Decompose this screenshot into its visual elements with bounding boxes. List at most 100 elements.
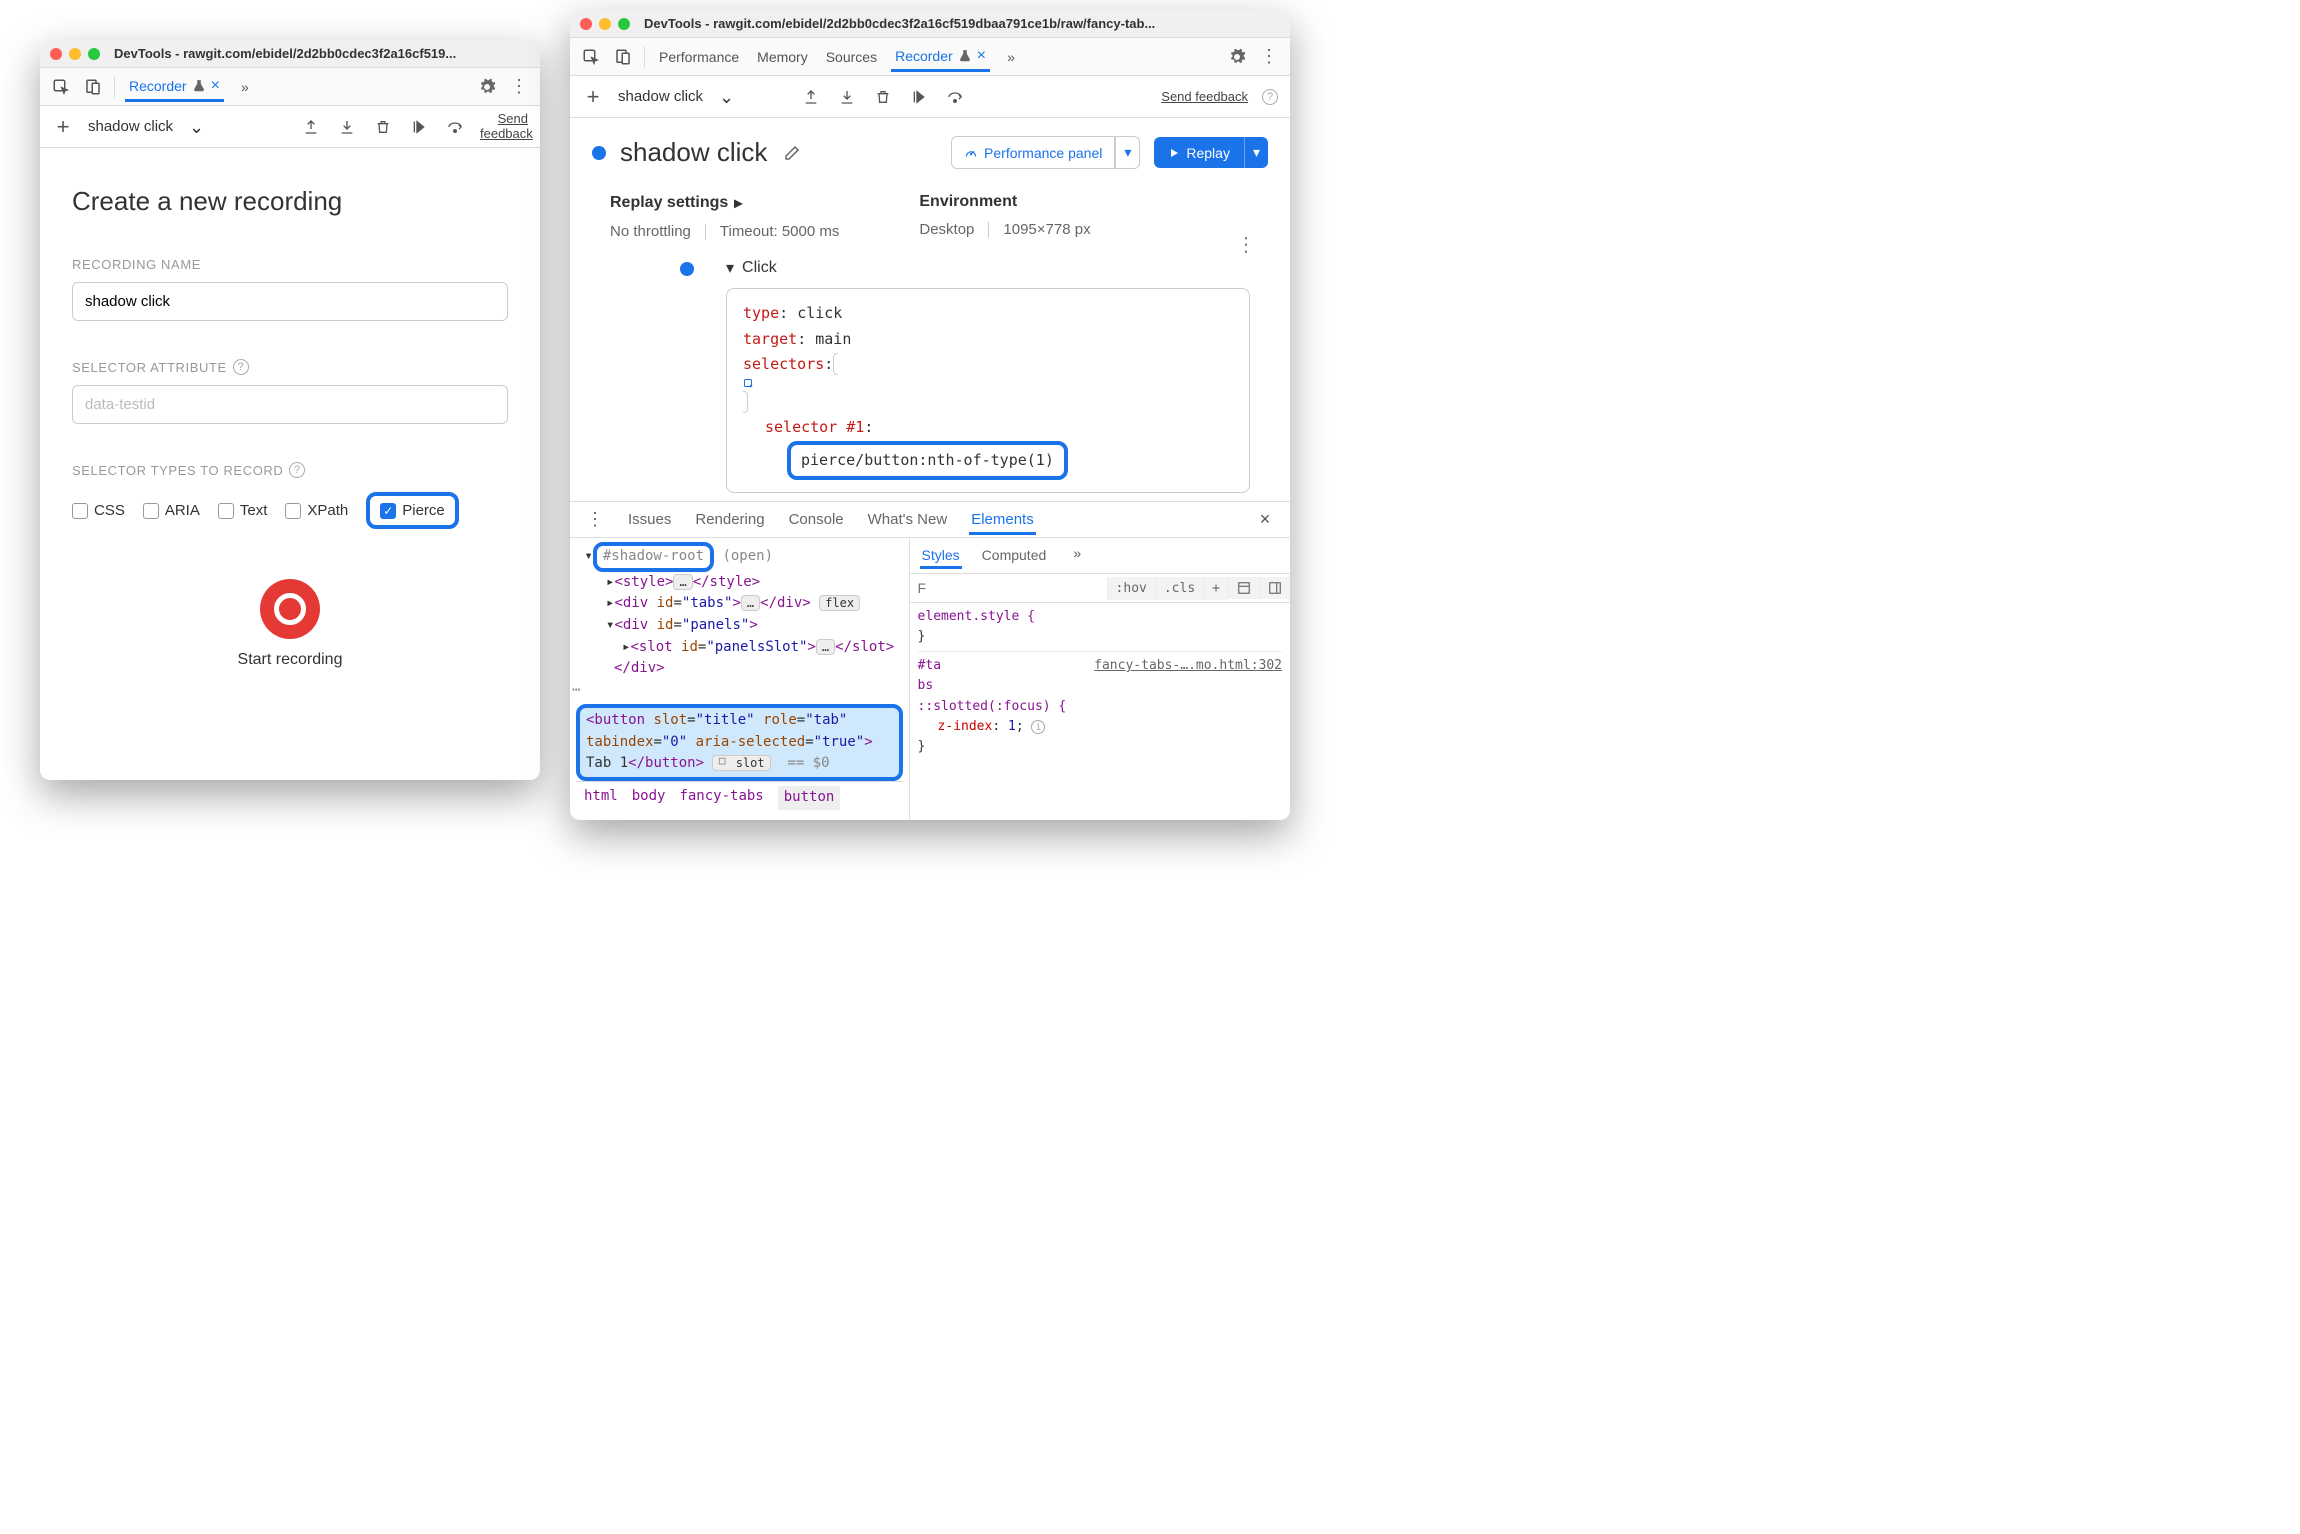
step-details: type: click target: main selectors: sele… xyxy=(726,288,1250,493)
step-over-icon[interactable] xyxy=(444,116,466,138)
checkbox-xpath[interactable]: XPath xyxy=(285,502,348,519)
inspect-icon[interactable] xyxy=(50,76,72,98)
drawer: Issues Rendering Console What's New Elem… xyxy=(570,501,1290,820)
crumb-html[interactable]: html xyxy=(584,786,618,810)
help-icon[interactable]: ? xyxy=(1262,89,1278,105)
replay-settings-heading[interactable]: Replay settings ▸ xyxy=(610,193,839,213)
checkbox-box-checked: ✓ xyxy=(380,503,396,519)
styles-pane: Styles Computed » :hov .cls + xyxy=(910,538,1290,820)
device-toggle-icon[interactable] xyxy=(82,76,104,98)
recording-status-dot xyxy=(592,146,606,160)
checkbox-box xyxy=(72,503,88,519)
help-icon[interactable]: ? xyxy=(289,462,305,478)
replay-button: Replay xyxy=(1154,137,1244,168)
step-header[interactable]: ▾ Click ⋮ xyxy=(726,258,1250,278)
styles-tab[interactable]: Styles xyxy=(920,542,962,569)
form-heading: Create a new recording xyxy=(72,186,508,217)
tab-sources[interactable]: Sources xyxy=(822,43,881,71)
checkbox-css[interactable]: CSS xyxy=(72,502,125,519)
cls-toggle[interactable]: .cls xyxy=(1155,577,1203,600)
step-play-icon[interactable] xyxy=(908,86,930,108)
step-over-icon[interactable] xyxy=(944,86,966,108)
ellipsis-icon[interactable]: ⋯ xyxy=(572,682,580,698)
more-tabs-icon[interactable]: » xyxy=(1066,542,1088,564)
close-window-button[interactable] xyxy=(50,48,62,60)
import-icon[interactable] xyxy=(336,116,358,138)
tab-recorder[interactable]: Recorder × xyxy=(125,71,224,102)
tab-memory[interactable]: Memory xyxy=(753,43,812,71)
new-recording-button[interactable]: + xyxy=(52,116,74,138)
step-menu-icon[interactable]: ⋮ xyxy=(1236,232,1256,257)
drawer-close-icon[interactable]: × xyxy=(1254,509,1276,531)
recording-selector[interactable]: shadow click ⌄ xyxy=(88,118,286,136)
drawer-tab-console[interactable]: Console xyxy=(787,505,846,534)
recording-name-input[interactable] xyxy=(72,282,508,321)
source-link[interactable]: fancy-tabs-….mo.html:302 xyxy=(1094,656,1282,676)
selector-attribute-input[interactable] xyxy=(72,385,508,424)
performance-panel-dropdown[interactable]: Performance panel ▾ xyxy=(951,136,1140,169)
zoom-window-button[interactable] xyxy=(88,48,100,60)
help-icon[interactable]: ? xyxy=(233,359,249,375)
drawer-tab-elements[interactable]: Elements xyxy=(969,505,1036,535)
computed-tab[interactable]: Computed xyxy=(980,542,1049,569)
checkbox-text[interactable]: Text xyxy=(218,502,268,519)
drawer-menu-icon[interactable] xyxy=(584,509,606,531)
minimize-window-button[interactable] xyxy=(69,48,81,60)
recording-selector[interactable]: shadow click ⌄ xyxy=(618,88,786,106)
start-recording-button[interactable] xyxy=(260,579,320,639)
settings-gear-icon[interactable] xyxy=(476,76,498,98)
slot-badge[interactable]: slot xyxy=(712,755,770,771)
import-icon[interactable] xyxy=(836,86,858,108)
checkbox-aria[interactable]: ARIA xyxy=(143,502,200,519)
edit-name-icon[interactable] xyxy=(781,142,803,164)
new-style-rule-icon[interactable]: + xyxy=(1203,577,1228,600)
more-tabs-icon[interactable]: » xyxy=(234,76,256,98)
replay-settings-values: No throttling Timeout: 5000 ms xyxy=(610,223,839,240)
drawer-tab-whats-new[interactable]: What's New xyxy=(866,505,950,534)
export-icon[interactable] xyxy=(300,116,322,138)
more-tabs-icon[interactable]: » xyxy=(1000,46,1022,68)
drawer-tab-issues[interactable]: Issues xyxy=(626,505,673,534)
hov-toggle[interactable]: :hov xyxy=(1107,577,1155,600)
info-icon[interactable]: i xyxy=(1031,720,1045,734)
devtools-window-left: DevTools - rawgit.com/ebidel/2d2bb0cdec3… xyxy=(40,40,540,780)
close-tab-icon[interactable]: × xyxy=(977,47,986,65)
tab-recorder[interactable]: Recorder × xyxy=(891,41,990,72)
drawer-tab-rendering[interactable]: Rendering xyxy=(693,505,766,534)
step-play-icon[interactable] xyxy=(408,116,430,138)
close-tab-icon[interactable]: × xyxy=(211,77,220,95)
toggle-sidebar-icon[interactable] xyxy=(1259,577,1290,599)
kebab-menu-icon[interactable] xyxy=(508,76,530,98)
styles-rules[interactable]: element.style { } #ta fancy-tabs-….mo.ht… xyxy=(910,603,1290,820)
device-toggle-icon[interactable] xyxy=(612,46,634,68)
zoom-window-button[interactable] xyxy=(618,18,630,30)
delete-icon[interactable] xyxy=(872,86,894,108)
computed-sidebar-icon[interactable] xyxy=(1228,577,1259,599)
kebab-menu-icon[interactable] xyxy=(1258,46,1280,68)
elements-dom-tree[interactable]: ▾#shadow-root (open) ▸<style>…</style> ▸… xyxy=(570,538,910,820)
new-recording-button[interactable]: + xyxy=(582,86,604,108)
styles-filter-input[interactable] xyxy=(910,574,1107,602)
dropdown-caret[interactable]: ▾ xyxy=(1115,136,1140,169)
export-icon[interactable] xyxy=(800,86,822,108)
minimize-window-button[interactable] xyxy=(599,18,611,30)
tab-label: Recorder xyxy=(129,78,187,94)
checkbox-pierce[interactable]: ✓ Pierce xyxy=(380,502,445,519)
flex-badge[interactable]: flex xyxy=(819,595,860,611)
replay-button-group[interactable]: Replay ▾ xyxy=(1154,137,1268,168)
close-window-button[interactable] xyxy=(580,18,592,30)
inspect-icon[interactable] xyxy=(580,46,602,68)
crumb-button[interactable]: button xyxy=(778,786,841,810)
highlighted-dom-node[interactable]: <button slot="title" role="tab" tabindex… xyxy=(576,704,903,781)
send-feedback-link[interactable]: Send feedback xyxy=(480,112,528,141)
crumb-fancy-tabs[interactable]: fancy-tabs xyxy=(679,786,763,810)
dropdown-caret[interactable]: ▾ xyxy=(1244,137,1268,168)
recorder-toolbar: + shadow click ⌄ Send feedback xyxy=(40,106,540,148)
settings-gear-icon[interactable] xyxy=(1226,46,1248,68)
delete-icon[interactable] xyxy=(372,116,394,138)
dom-breadcrumbs[interactable]: html body fancy-tabs button xyxy=(576,781,903,814)
send-feedback-link[interactable]: Send feedback xyxy=(1161,89,1248,104)
collapse-caret-icon: ▾ xyxy=(726,258,734,278)
crumb-body[interactable]: body xyxy=(632,786,666,810)
tab-performance[interactable]: Performance xyxy=(655,43,743,71)
